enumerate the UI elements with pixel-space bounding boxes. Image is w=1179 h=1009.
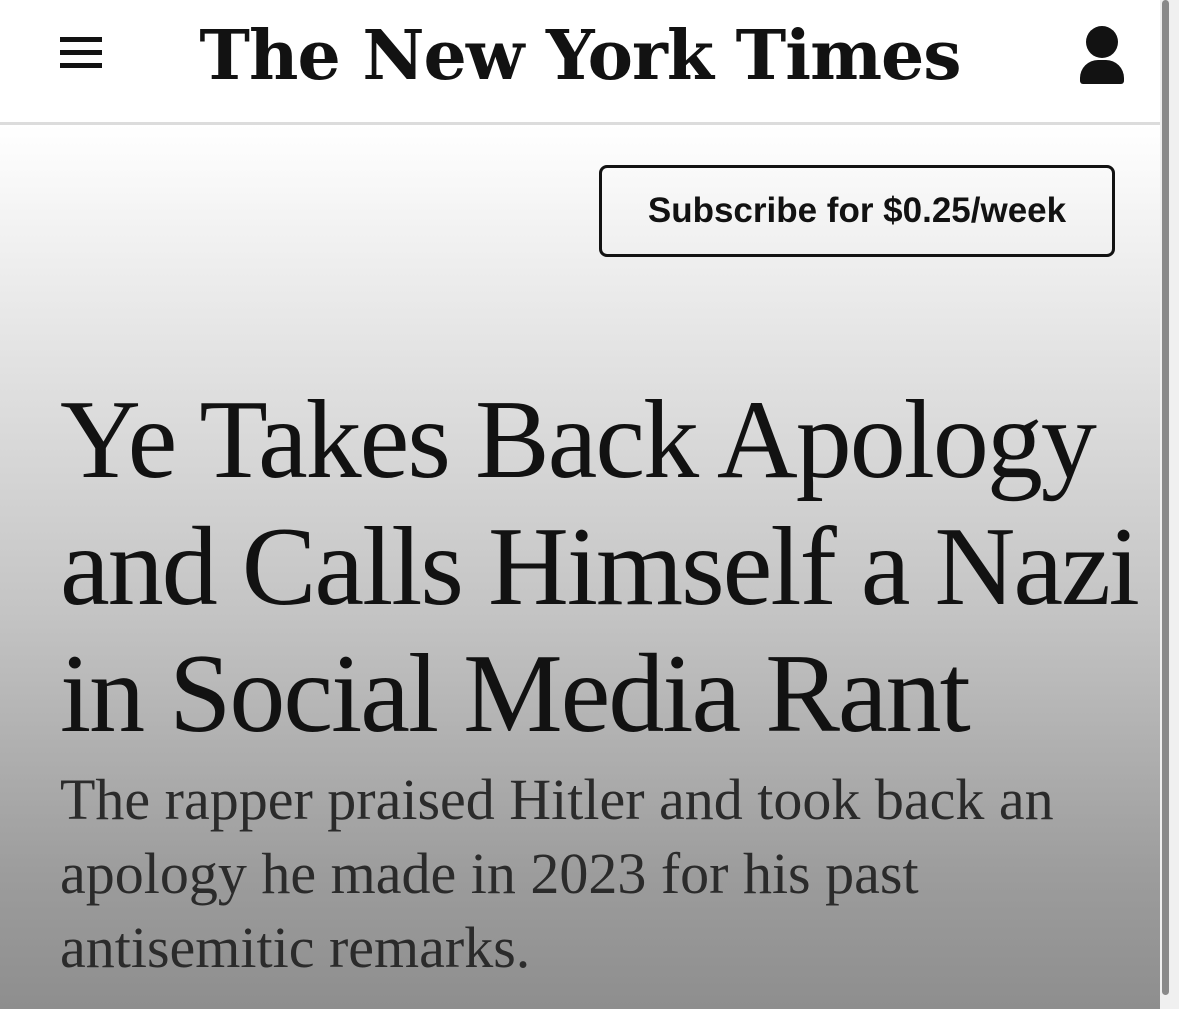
article-header-section: Subscribe for $0.25/week Ye Takes Back A… — [0, 125, 1160, 1009]
person-icon-body — [1080, 60, 1124, 84]
site-header: The New York Times — [0, 0, 1160, 125]
article-page: The New York Times Subscribe for $0.25/w… — [0, 0, 1179, 1009]
masthead-logo[interactable]: The New York Times — [0, 16, 1160, 96]
person-icon[interactable] — [1078, 26, 1126, 84]
article-summary: The rapper praised Hitler and took back … — [60, 767, 1054, 980]
subscribe-button[interactable]: Subscribe for $0.25/week — [599, 165, 1115, 257]
scrollbar[interactable] — [1160, 0, 1179, 1009]
article-headline: Ye Takes Back Apology and Calls Himself … — [60, 378, 1140, 756]
person-icon-head — [1086, 26, 1118, 58]
scrollbar-thumb[interactable] — [1162, 0, 1169, 995]
